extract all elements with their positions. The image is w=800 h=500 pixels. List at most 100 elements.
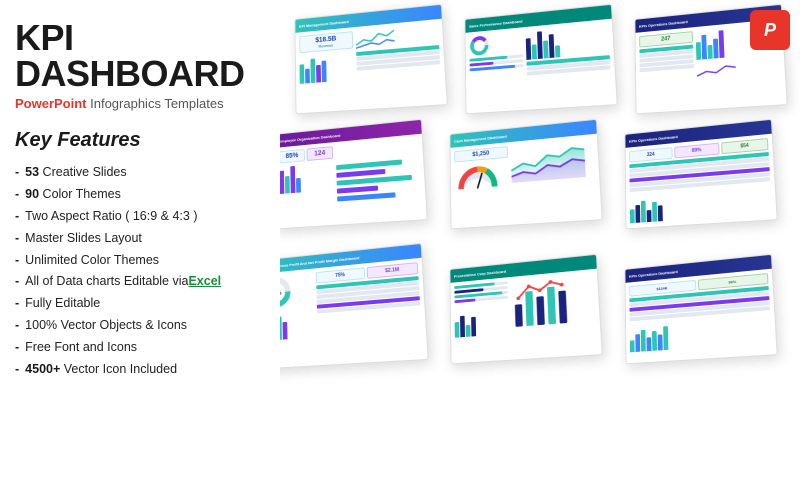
combo-chart — [511, 275, 577, 330]
kpi-box: $18.5B Revenue — [299, 31, 353, 53]
slide-preview-2: Sales Performance Dashboard — [464, 4, 617, 115]
bar — [526, 38, 531, 60]
feature-num: 90 — [25, 184, 39, 206]
line-chart — [356, 27, 395, 50]
kpi-value: 85% — [282, 152, 302, 160]
bar — [549, 34, 555, 58]
bar — [455, 322, 460, 338]
slide-col — [526, 23, 613, 106]
bar — [466, 325, 471, 337]
list-item: Unlimited Color Themes — [15, 250, 265, 272]
subtitle-rest: Infographics Templates — [87, 96, 224, 111]
mini-bars — [454, 304, 509, 337]
kpi-box: 124 — [307, 146, 334, 161]
bar — [630, 340, 635, 352]
ppt-icon-letter: P — [764, 20, 776, 41]
mini-table — [639, 45, 693, 73]
bar — [647, 210, 652, 222]
main-container: P KPI DASHBOARD PowerPoint Infographics … — [0, 0, 800, 500]
progress-fill — [454, 298, 475, 303]
slide-preview-7: Marketing Cross Profit And Net Profit Ma… — [280, 243, 429, 370]
kpi-value: 124 — [309, 149, 330, 158]
progress-rows — [469, 54, 523, 71]
slide-body: 48% 75% $2.1M — [280, 258, 428, 369]
bar — [305, 69, 310, 84]
slide-body: 85% 124 — [280, 134, 427, 229]
slide-body: $1,250 — [451, 134, 602, 229]
bar — [316, 65, 321, 83]
bar — [701, 35, 707, 60]
bar — [641, 330, 646, 352]
kpi-value: 247 — [642, 34, 690, 44]
slide-col: $124K 96% — [629, 273, 772, 359]
kpi-value: 96% — [700, 276, 765, 287]
svg-text:48%: 48% — [280, 290, 282, 297]
bar — [635, 205, 640, 223]
slide-col — [511, 273, 598, 356]
bar — [290, 166, 295, 193]
ppt-icon: P — [750, 10, 790, 50]
slide-col — [454, 281, 510, 359]
bar — [707, 45, 712, 59]
slide-preview-5: Cash Management Dashboard $1,250 — [449, 119, 602, 230]
slide-preview-8: Presentation Corp Dashboard — [449, 254, 602, 365]
slide-col — [469, 31, 525, 109]
list-item: Master Slides Layout — [15, 228, 265, 250]
slide-title: KPI Management Dashboard — [299, 19, 349, 29]
slide-col: $1,250 — [454, 146, 510, 224]
feature-num: 53 — [25, 162, 39, 184]
list-item: 53 Creative Slides — [15, 162, 265, 184]
bar — [532, 44, 537, 59]
slide-col: 324 89% $54 — [629, 138, 772, 224]
bar — [713, 38, 719, 58]
slide-body: $18.5B Revenue — [296, 19, 447, 114]
slide-body: $124K 96% — [626, 269, 777, 364]
kpi-value: $1,250 — [457, 149, 505, 159]
kpi-value: $54 — [724, 141, 765, 151]
list-item: Two Aspect Ratio ( 16:9 & 4:3 ) — [15, 206, 265, 228]
kpi-value: 89% — [677, 146, 716, 155]
bar — [280, 171, 284, 194]
bar — [641, 201, 646, 223]
feature-num: 4500+ — [25, 359, 60, 381]
slide-title: Cash Management Dashboard — [454, 133, 507, 143]
bar — [630, 209, 635, 223]
kpi-box: 85% — [280, 149, 305, 164]
slide-preview-4: Employee Organization Dashboard 85% 124 — [280, 119, 428, 230]
slide-preview-1: KPI Management Dashboard $18.5B Revenue — [294, 4, 447, 115]
donut-chart — [469, 34, 489, 57]
line-chart — [696, 59, 736, 82]
kpi-value: 324 — [632, 150, 670, 159]
bar — [537, 31, 543, 59]
left-panel: KPI DASHBOARD PowerPoint Infographics Te… — [0, 0, 280, 500]
donut-chart-lg: 48% — [280, 274, 292, 310]
h-bars — [336, 157, 421, 201]
right-panel: KPI Management Dashboard $18.5B Revenue — [280, 0, 800, 500]
slide-col — [356, 23, 443, 106]
bar — [719, 30, 725, 58]
list-item: 90 Color Themes — [15, 184, 265, 206]
bar — [471, 317, 476, 337]
subtitle: PowerPoint Infographics Templates — [15, 96, 265, 111]
slide-body — [451, 269, 602, 364]
slide-title: Sales Performance Dashboard — [469, 18, 522, 28]
gauge-chart — [454, 160, 501, 193]
h-bar — [336, 168, 385, 177]
features-list: 53 Creative Slides 90 Color Themes Two A… — [15, 162, 265, 381]
slide-col: 247 — [639, 31, 695, 109]
slide-body — [466, 19, 617, 114]
bar — [543, 40, 549, 58]
subtitle-bold: PowerPoint — [15, 96, 87, 111]
progress-rows — [454, 281, 508, 303]
bar — [658, 205, 663, 221]
slide-col: 85% 124 — [280, 146, 335, 224]
bar — [310, 59, 315, 83]
list-item: 100% Vector Objects & Icons — [15, 315, 265, 337]
bar — [280, 316, 282, 340]
chart-area — [336, 138, 423, 221]
mini-bars — [299, 50, 354, 83]
h-bar — [337, 185, 378, 193]
kpi-value: $2.1M — [370, 265, 416, 275]
key-features-heading: Key Features — [15, 129, 265, 152]
bar — [555, 45, 560, 57]
